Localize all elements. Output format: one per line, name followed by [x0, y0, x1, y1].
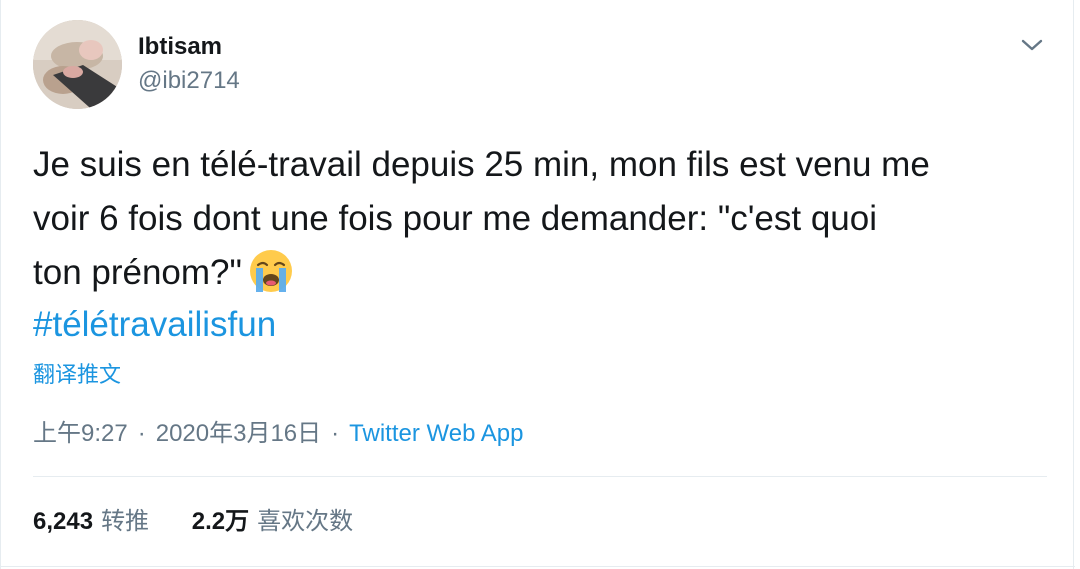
meta-separator: ·: [137, 420, 146, 447]
likes-count: 2.2万: [191, 508, 250, 535]
likes-stat[interactable]: 2.2万 喜欢次数: [192, 506, 353, 538]
likes-label: 喜欢次数: [257, 508, 354, 535]
user-display-name[interactable]: Ibtisam: [138, 32, 222, 62]
divider: [33, 476, 1047, 477]
tweet-source-link[interactable]: Twitter Web App: [349, 420, 523, 447]
avatar-image: [33, 20, 122, 109]
tweet-body: Je suis en télé-travail depuis 25 min, m…: [33, 145, 930, 292]
tweet-meta: 上午9:27 · 2020年3月16日 · Twitter Web App: [33, 418, 523, 450]
retweets-label: 转推: [101, 508, 150, 535]
meta-separator: ·: [331, 420, 340, 447]
tweet-text: Je suis en télé-travail depuis 25 min, m…: [33, 138, 1053, 300]
retweets-count: 6,243: [33, 508, 94, 535]
tweet-card: Ibtisam @ibi2714 Je suis en télé-travail…: [0, 0, 1075, 569]
tweet-date[interactable]: 2020年3月16日: [156, 420, 321, 447]
hashtag-link[interactable]: #télétravailisfun: [33, 300, 276, 350]
user-handle[interactable]: @ibi2714: [138, 66, 240, 96]
avatar[interactable]: [33, 20, 122, 109]
retweets-stat[interactable]: 6,243 转推: [33, 506, 149, 538]
tweet-time[interactable]: 上午9:27: [33, 420, 128, 447]
tweet-stats: 6,243 转推 2.2万 喜欢次数: [33, 506, 353, 538]
chevron-down-icon[interactable]: [1017, 30, 1047, 60]
translate-tweet-link[interactable]: 翻译推文: [33, 360, 121, 390]
divider: [1, 566, 1075, 567]
crying-face-emoji: [248, 248, 294, 294]
